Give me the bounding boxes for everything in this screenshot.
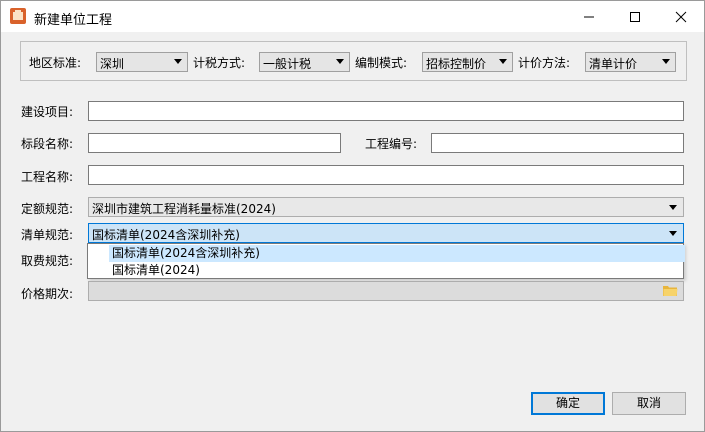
- title-bar: 新建单位工程: [1, 1, 704, 32]
- dropdown-option[interactable]: 国标清单(2024含深圳补充): [109, 245, 685, 262]
- price-label: 价格期次:: [21, 287, 74, 301]
- tax-select[interactable]: 一般计税: [259, 52, 350, 72]
- window-title: 新建单位工程: [34, 13, 113, 28]
- section-input[interactable]: [88, 133, 341, 153]
- mode-label: 编制模式:: [355, 56, 408, 70]
- maximize-icon: [630, 11, 640, 22]
- list-select[interactable]: 国标清单(2024含深圳补充): [88, 223, 684, 243]
- ok-button[interactable]: 确定: [531, 392, 605, 415]
- region-select[interactable]: 深圳: [96, 52, 188, 72]
- tax-value: 一般计税: [263, 57, 312, 71]
- section-label: 标段名称:: [21, 137, 74, 151]
- options-group: 地区标准: 深圳 计税方式: 一般计税 编制模式: 招标控制价 计价方法: 清单…: [20, 41, 687, 81]
- chevron-down-icon: [499, 59, 507, 64]
- project-label: 建设项目:: [21, 105, 74, 119]
- chevron-down-icon: [174, 59, 182, 64]
- dropdown-option[interactable]: 国标清单(2024): [112, 262, 200, 279]
- project-input[interactable]: [88, 101, 684, 121]
- minimize-button[interactable]: [566, 1, 612, 32]
- new-project-dialog: 新建单位工程 地区标准: 深圳 计税方式: 一般计税 编制模式: 招标控制价 计…: [0, 0, 705, 432]
- region-label: 地区标准:: [29, 56, 82, 70]
- project-name-label: 工程名称:: [21, 170, 74, 184]
- fee-label: 取费规范:: [21, 254, 74, 268]
- maximize-button[interactable]: [612, 1, 658, 32]
- list-value: 国标清单(2024含深圳补充): [92, 228, 240, 242]
- quota-label: 定额规范:: [21, 202, 74, 216]
- pricing-value: 清单计价: [589, 57, 638, 71]
- chevron-down-icon: [336, 59, 344, 64]
- close-icon: [675, 11, 687, 22]
- region-value: 深圳: [100, 57, 125, 71]
- project-no-input[interactable]: [431, 133, 684, 153]
- cancel-button[interactable]: 取消: [612, 392, 686, 415]
- price-input[interactable]: [88, 281, 684, 301]
- chevron-down-icon: [669, 205, 677, 210]
- pricing-label: 计价方法:: [518, 56, 571, 70]
- quota-value: 深圳市建筑工程消耗量标准(2024): [92, 202, 276, 216]
- chevron-down-icon: [669, 231, 677, 236]
- project-no-label: 工程编号:: [365, 137, 418, 151]
- minimize-icon: [584, 16, 594, 17]
- pricing-select[interactable]: 清单计价: [585, 52, 676, 72]
- list-label: 清单规范:: [21, 228, 74, 242]
- project-name-input[interactable]: [88, 165, 684, 185]
- mode-select[interactable]: 招标控制价: [422, 52, 513, 72]
- list-dropdown: 国标清单(2024含深圳补充) 国标清单(2024): [87, 243, 685, 279]
- mode-value: 招标控制价: [426, 57, 487, 71]
- quota-select[interactable]: 深圳市建筑工程消耗量标准(2024): [88, 197, 684, 217]
- folder-icon[interactable]: [663, 284, 678, 297]
- chevron-down-icon: [662, 59, 670, 64]
- close-button[interactable]: [658, 1, 704, 32]
- tax-label: 计税方式:: [193, 56, 246, 70]
- app-icon: [10, 8, 26, 24]
